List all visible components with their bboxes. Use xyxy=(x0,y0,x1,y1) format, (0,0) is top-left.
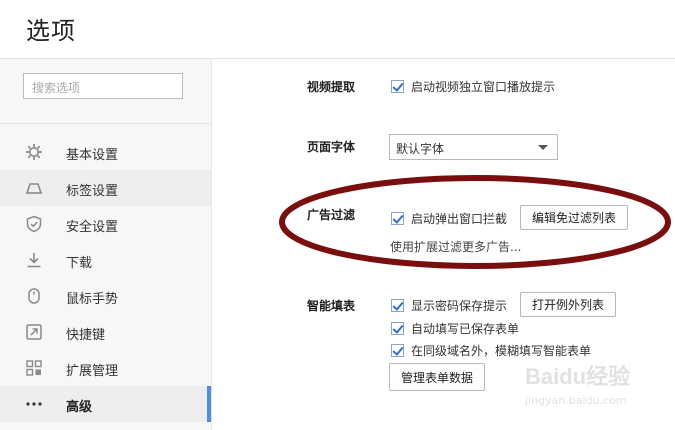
sidebar-item-label: 快捷键 xyxy=(66,328,106,343)
shield-icon xyxy=(25,215,43,233)
font-select[interactable]: 默认字体 xyxy=(389,134,558,160)
edit-whitelist-button[interactable]: 编辑免过滤列表 xyxy=(520,205,628,230)
fuzzy-fill-checkbox[interactable] xyxy=(391,344,404,357)
sidebar-item-label: 基本设置 xyxy=(66,148,119,163)
sidebar-item-label: 扩展管理 xyxy=(66,364,119,379)
popup-block-label: 启动弹出窗口拦截 xyxy=(411,212,508,226)
page-title: 选项 xyxy=(26,17,76,45)
video-popup-checkbox[interactable] xyxy=(391,80,404,93)
sidebar-nav: 基本设置 标签设置 安全设置 下载 鼠标手势 快捷键 扩展管理 高级 xyxy=(0,134,211,422)
chevron-down-icon xyxy=(538,145,548,150)
watermark-url: jingyan.baidu.com xyxy=(525,394,627,407)
password-prompt-option[interactable]: 显示密码保存提示 xyxy=(391,297,507,314)
search-input[interactable]: 搜索选项 xyxy=(23,73,183,99)
watermark-logo-text: Baidu经验 xyxy=(525,364,631,389)
font-select-value: 默认字体 xyxy=(396,142,445,156)
sidebar-item-label: 鼠标手势 xyxy=(66,292,119,307)
sidebar-item-shortcuts[interactable]: 快捷键 xyxy=(0,314,211,350)
title-bar: 选项 xyxy=(0,0,675,59)
sidebar-item-tabs[interactable]: 标签设置 xyxy=(0,170,211,206)
extensions-icon xyxy=(25,359,43,377)
password-prompt-label: 显示密码保存提示 xyxy=(411,299,508,313)
download-icon xyxy=(25,251,43,269)
video-section-label: 视频提取 xyxy=(307,80,356,94)
password-prompt-checkbox[interactable] xyxy=(391,299,404,312)
autofill-saved-option[interactable]: 自动填写已保存表单 xyxy=(391,320,519,337)
autofill-saved-label: 自动填写已保存表单 xyxy=(411,322,520,336)
sidebar-item-label: 安全设置 xyxy=(66,220,119,235)
open-exceptions-button[interactable]: 打开例外列表 xyxy=(520,292,616,317)
fuzzy-fill-option[interactable]: 在同级域名外，模糊填写智能表单 xyxy=(391,342,591,359)
sidebar-item-label: 高级 xyxy=(66,400,93,415)
baidu-watermark: Baidu经验 jingyan.baidu.com xyxy=(521,359,671,419)
manage-form-data-button[interactable]: 管理表单数据 xyxy=(389,363,485,391)
video-popup-label: 启动视频独立窗口播放提示 xyxy=(411,80,556,94)
popup-block-checkbox[interactable] xyxy=(391,212,404,225)
video-popup-option[interactable]: 启动视频独立窗口播放提示 xyxy=(391,78,555,95)
autofill-section-label: 智能填表 xyxy=(307,299,356,313)
tab-icon xyxy=(25,179,43,197)
sidebar-item-label: 标签设置 xyxy=(66,184,119,199)
popup-block-option[interactable]: 启动弹出窗口拦截 xyxy=(391,210,507,227)
sidebar-item-advanced[interactable]: 高级 xyxy=(0,386,211,422)
more-icon xyxy=(25,395,43,413)
mouse-icon xyxy=(25,287,43,305)
sidebar-item-security[interactable]: 安全设置 xyxy=(0,206,211,242)
sidebar-divider xyxy=(0,123,211,124)
sidebar-item-label: 下载 xyxy=(66,256,93,271)
sidebar-item-download[interactable]: 下载 xyxy=(0,242,211,278)
adblock-section-label: 广告过滤 xyxy=(307,208,356,222)
extension-filter-link[interactable]: 使用扩展过滤更多广告... xyxy=(390,238,521,255)
gear-icon xyxy=(25,143,43,161)
fuzzy-fill-label: 在同级域名外，模糊填写智能表单 xyxy=(411,344,592,358)
autofill-saved-checkbox[interactable] xyxy=(391,322,404,335)
font-section-label: 页面字体 xyxy=(307,140,356,154)
sidebar-item-basic[interactable]: 基本设置 xyxy=(0,134,211,170)
sidebar-item-mouse[interactable]: 鼠标手势 xyxy=(0,278,211,314)
sidebar-item-extensions[interactable]: 扩展管理 xyxy=(0,350,211,386)
sidebar: 搜索选项 基本设置 标签设置 安全设置 下载 鼠标手势 快捷键 扩展管理 高级 xyxy=(0,59,212,430)
shortcut-icon xyxy=(25,323,43,341)
